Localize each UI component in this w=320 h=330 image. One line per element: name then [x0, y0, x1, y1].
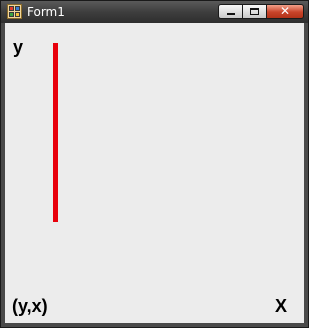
- close-button[interactable]: ✕: [266, 4, 304, 19]
- x-label: X: [275, 296, 288, 316]
- window-title: Form1: [27, 5, 65, 19]
- title-bar[interactable]: Form1 ✕: [1, 1, 308, 23]
- maximize-button[interactable]: [242, 4, 267, 19]
- client-area: y (y,x) X: [5, 23, 304, 323]
- minimize-icon: [227, 13, 235, 15]
- origin-label: (y,x): [12, 296, 48, 316]
- close-icon: ✕: [279, 4, 291, 18]
- app-icon[interactable]: [7, 4, 22, 19]
- maximize-icon: [250, 8, 259, 15]
- red-vertical-line: [53, 43, 58, 222]
- y-label: y: [13, 37, 24, 57]
- form-window: Form1 ✕ y (y,x) X: [0, 0, 309, 328]
- minimize-button[interactable]: [218, 4, 243, 19]
